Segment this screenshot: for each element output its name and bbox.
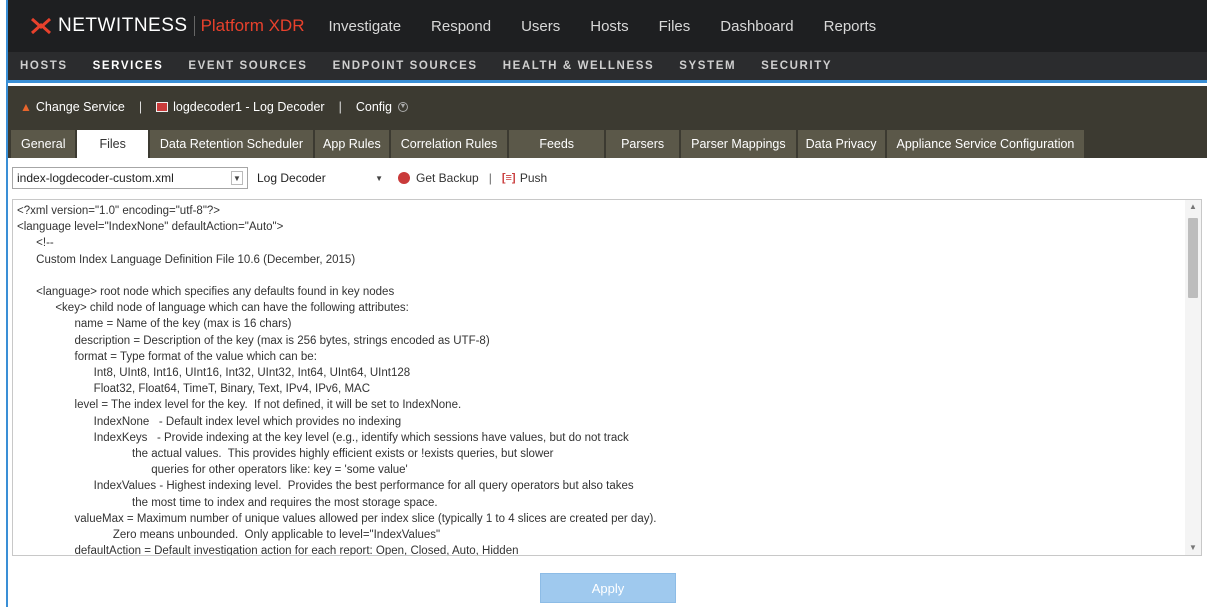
editor-line: IndexNone - Default index level which pr… xyxy=(17,415,402,428)
config-label: Config xyxy=(355,100,392,114)
tab-parser-mappings[interactable]: Parser Mappings xyxy=(681,130,796,158)
editor-line: Float32, Float64, TimeT, Binary, Text, I… xyxy=(17,383,371,396)
push-icon: [≡] xyxy=(501,172,516,184)
product-name: Platform XDR xyxy=(200,16,305,35)
service-bar: ▲ Change Service | logdecoder1 - Log Dec… xyxy=(8,86,1207,128)
tab-general[interactable]: General xyxy=(11,130,76,158)
admin-subnav: HOSTS SERVICES EVENT SOURCES ENDPOINT SO… xyxy=(8,52,1207,83)
editor-line: the most time to index and requires the … xyxy=(17,496,438,509)
subnav-event-sources[interactable]: EVENT SOURCES xyxy=(188,60,307,72)
subnav-services[interactable]: SERVICES xyxy=(93,60,164,72)
service-select[interactable]: Log Decoder ▼ xyxy=(252,167,388,189)
files-toolbar: index-logdecoder-custom.xml ▼ Log Decode… xyxy=(8,165,547,191)
scroll-thumb[interactable] xyxy=(1188,218,1198,298)
top-app-bar: NETWITNESS Platform XDR Investigate Resp… xyxy=(8,0,1207,52)
file-select[interactable]: index-logdecoder-custom.xml ▼ xyxy=(12,167,248,189)
editor-line: format = Type format of the value which … xyxy=(17,350,317,363)
divider: | xyxy=(338,100,342,114)
editor-line: <key> child node of language which can h… xyxy=(17,302,409,315)
tab-data-retention-scheduler[interactable]: Data Retention Scheduler xyxy=(149,130,314,158)
subnav-endpoint-sources[interactable]: ENDPOINT SOURCES xyxy=(333,60,478,72)
service-select-value: Log Decoder xyxy=(257,171,326,185)
push-label: Push xyxy=(519,171,548,185)
log-decoder-icon xyxy=(156,102,169,112)
editor-line: <!-- xyxy=(17,237,54,250)
editor-line: Int8, UInt8, Int16, UInt16, Int32, UInt3… xyxy=(17,367,411,380)
divider: | xyxy=(488,171,492,185)
editor-text[interactable]: <?xml version="1.0" encoding="utf-8"?> <l… xyxy=(17,203,1182,556)
get-backup-button[interactable]: Get Backup xyxy=(398,171,479,185)
topnav-investigate[interactable]: Investigate xyxy=(328,18,401,35)
editor-line: queries for other operators like: key = … xyxy=(17,464,408,477)
netwitness-logo-icon xyxy=(30,15,52,37)
config-tabs: General Files Data Retention Scheduler A… xyxy=(8,128,1207,158)
editor-line: valueMax = Maximum number of unique valu… xyxy=(17,512,657,525)
topnav-files[interactable]: Files xyxy=(659,18,691,35)
tab-feeds[interactable]: Feeds xyxy=(509,130,605,158)
chevron-down-icon: ▼ xyxy=(375,173,383,183)
topnav-dashboard[interactable]: Dashboard xyxy=(720,18,793,35)
chevron-down-icon: ▼ xyxy=(231,171,243,185)
change-service-button[interactable]: ▲ Change Service xyxy=(20,100,125,114)
service-name[interactable]: logdecoder1 - Log Decoder xyxy=(156,100,325,114)
editor-line: level = The index level for the key. If … xyxy=(17,399,462,412)
editor-line: IndexValues - Highest indexing level. Pr… xyxy=(17,480,634,493)
editor-line: the actual values. This provides highly … xyxy=(17,448,554,461)
editor-line: <?xml version="1.0" encoding="utf-8"?> xyxy=(17,205,221,217)
change-service-label: Change Service xyxy=(35,100,125,114)
file-editor[interactable]: <?xml version="1.0" encoding="utf-8"?> <l… xyxy=(12,199,1202,556)
editor-line: <language level="IndexNone" defaultActio… xyxy=(17,221,284,234)
subnav-security[interactable]: SECURITY xyxy=(761,60,832,72)
change-service-icon: ▲ xyxy=(20,100,32,114)
topnav-reports[interactable]: Reports xyxy=(824,18,877,35)
topnav-users[interactable]: Users xyxy=(521,18,560,35)
brand-divider xyxy=(193,16,195,36)
push-button[interactable]: [≡] Push xyxy=(502,171,547,185)
subnav-hosts[interactable]: HOSTS xyxy=(20,60,68,72)
subnav-health-wellness[interactable]: HEALTH & WELLNESS xyxy=(503,60,655,72)
scroll-up-icon[interactable]: ▲ xyxy=(1185,200,1201,214)
topnav-hosts[interactable]: Hosts xyxy=(590,18,628,35)
service-name-label: logdecoder1 - Log Decoder xyxy=(173,100,325,114)
editor-line: name = Name of the key (max is 16 chars) xyxy=(17,318,292,331)
editor-line: <language> root node which specifies any… xyxy=(17,286,395,299)
editor-line: Custom Index Language Definition File 10… xyxy=(17,253,356,266)
apply-button[interactable]: Apply xyxy=(540,573,676,603)
scroll-down-icon[interactable]: ▼ xyxy=(1185,541,1201,555)
editor-line: Zero means unbounded. Only applicable to… xyxy=(17,529,441,542)
brand-name: NETWITNESS xyxy=(58,15,188,36)
brand[interactable]: NETWITNESS Platform XDR xyxy=(8,0,328,52)
tab-files[interactable]: Files xyxy=(77,130,148,158)
config-menu[interactable]: Config ▼ xyxy=(356,100,408,114)
tab-data-privacy[interactable]: Data Privacy xyxy=(797,130,885,158)
editor-line: IndexKeys - Provide indexing at the key … xyxy=(17,431,629,444)
editor-line: description = Description of the key (ma… xyxy=(17,334,490,347)
editor-scrollbar[interactable]: ▲ ▼ xyxy=(1185,200,1201,555)
divider: | xyxy=(138,100,143,114)
tab-appliance-service-configuration[interactable]: Appliance Service Configuration xyxy=(886,130,1085,158)
tab-app-rules[interactable]: App Rules xyxy=(315,130,389,158)
editor-line: defaultAction = Default investigation ac… xyxy=(17,545,519,556)
subnav-system[interactable]: SYSTEM xyxy=(679,60,736,72)
top-nav: Investigate Respond Users Hosts Files Da… xyxy=(328,18,906,35)
topnav-respond[interactable]: Respond xyxy=(431,18,491,35)
file-select-value: index-logdecoder-custom.xml xyxy=(17,171,174,185)
chevron-down-icon: ▼ xyxy=(397,102,408,112)
tab-parsers[interactable]: Parsers xyxy=(606,130,680,158)
backup-icon xyxy=(398,172,410,184)
tab-correlation-rules[interactable]: Correlation Rules xyxy=(390,130,508,158)
get-backup-label: Get Backup xyxy=(416,171,479,185)
left-edge xyxy=(0,0,8,607)
